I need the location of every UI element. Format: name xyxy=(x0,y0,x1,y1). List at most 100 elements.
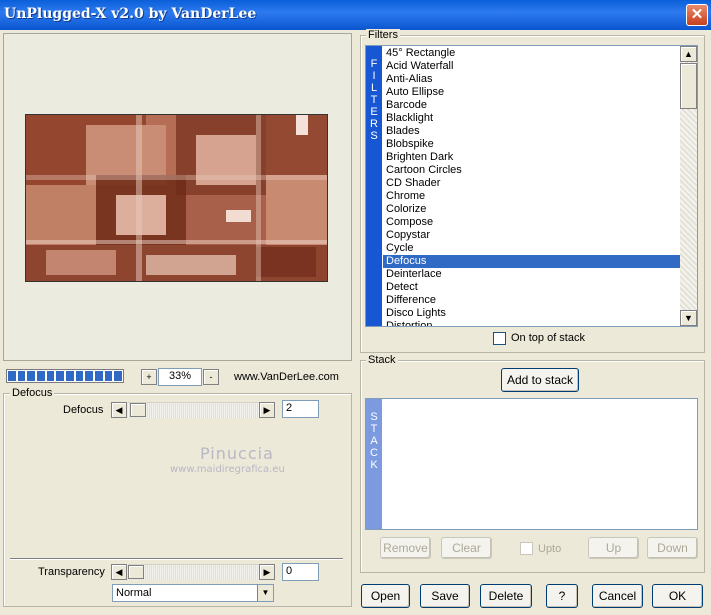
progress-segment xyxy=(66,371,74,381)
cancel-button[interactable]: Cancel xyxy=(592,584,643,608)
save-button[interactable]: Save xyxy=(420,584,470,608)
progress-segment xyxy=(85,371,94,381)
stack-band: STACK xyxy=(366,399,382,529)
watermark-name: Pinuccia xyxy=(200,444,274,463)
filter-list-item[interactable]: Colorize xyxy=(383,203,680,216)
filter-list-item[interactable]: Barcode xyxy=(383,99,680,112)
transparency-label: Transparency xyxy=(38,566,105,578)
down-button[interactable]: Down xyxy=(647,537,698,559)
blend-mode-select[interactable]: Normal ▼ xyxy=(112,584,274,602)
filters-items: 45° Rectangle Acid Waterfall Anti-Alias Aut… xyxy=(383,47,680,326)
transparency-slider-thumb[interactable] xyxy=(128,565,144,579)
window-title: UnPlugged-X v2.0 by VanDerLee xyxy=(4,6,257,22)
arrow-left-icon: ◀ xyxy=(115,405,123,415)
param-slider-thumb[interactable] xyxy=(130,403,146,417)
filter-list-item[interactable]: Chrome xyxy=(383,190,680,203)
vertical-letter: I xyxy=(372,70,376,82)
progress-segment xyxy=(75,371,84,381)
filter-params-group-label: Defocus xyxy=(10,387,55,399)
upto-label: Upto xyxy=(538,543,562,555)
up-button[interactable]: Up xyxy=(588,537,639,559)
progress-segment xyxy=(17,371,26,381)
chevron-down-icon: ▼ xyxy=(261,588,270,597)
transparency-value-field[interactable]: 0 xyxy=(282,563,319,581)
upto-checkbox[interactable] xyxy=(520,542,533,555)
filter-list-item[interactable]: Detect xyxy=(383,281,680,294)
delete-button[interactable]: Delete xyxy=(480,584,532,608)
scroll-up-button[interactable]: ▲ xyxy=(680,46,697,62)
open-button[interactable]: Open xyxy=(361,584,410,608)
progress-segment xyxy=(46,371,55,381)
divider xyxy=(10,558,343,560)
param-slider[interactable] xyxy=(128,402,259,418)
dropdown-button[interactable]: ▼ xyxy=(257,585,273,601)
param-value-field[interactable]: 2 xyxy=(282,400,319,418)
filter-list-item[interactable]: Blades xyxy=(383,125,680,138)
filters-band: FILTERS xyxy=(366,46,382,326)
vertical-letter: R xyxy=(370,118,378,130)
filter-list-item[interactable]: Blacklight xyxy=(383,112,680,125)
transparency-slider[interactable] xyxy=(128,564,259,580)
zoom-increment-button[interactable]: + xyxy=(141,369,157,385)
remove-button[interactable]: Remove xyxy=(380,537,431,559)
zoom-value: 33% xyxy=(158,368,202,386)
vertical-letter: S xyxy=(370,411,378,423)
arrow-left-icon: ◀ xyxy=(115,567,123,577)
progress-segment xyxy=(56,371,65,381)
preview-image xyxy=(25,114,328,282)
scroll-down-button[interactable]: ▼ xyxy=(680,310,697,326)
filter-list-item[interactable]: Difference xyxy=(383,294,680,307)
filter-list-item[interactable]: Disco Lights xyxy=(383,307,680,320)
filter-list-item[interactable]: Deinterlace xyxy=(383,268,680,281)
blend-mode-value: Normal xyxy=(116,587,152,599)
progress-segment xyxy=(8,371,16,381)
filter-list-item[interactable]: Copystar xyxy=(383,229,680,242)
param-decrease-button[interactable]: ◀ xyxy=(111,402,127,418)
stack-list[interactable]: STACK xyxy=(365,398,698,530)
ok-button[interactable]: OK xyxy=(652,584,703,608)
filter-list-item[interactable]: Cycle xyxy=(383,242,680,255)
scroll-thumb[interactable] xyxy=(680,63,697,109)
filters-list[interactable]: FILTERS 45° Rectangle Acid Waterfall Anti-… xyxy=(365,45,698,327)
vertical-letter: E xyxy=(370,106,378,118)
watermark-url: www.maidiregrafica.eu xyxy=(170,464,285,475)
filter-list-item[interactable]: Auto Ellipse xyxy=(383,86,680,99)
vertical-letter: S xyxy=(370,130,378,142)
arrow-right-icon: ▶ xyxy=(263,567,271,577)
vertical-letter: T xyxy=(370,94,378,106)
close-button[interactable]: ✕ xyxy=(686,4,708,26)
clear-button[interactable]: Clear xyxy=(441,537,492,559)
filter-list-item[interactable]: Brighten Dark xyxy=(383,151,680,164)
vertical-letter: F xyxy=(370,58,378,70)
vertical-letter: L xyxy=(370,82,378,94)
filters-scrollbar[interactable]: ▲ ▼ xyxy=(680,46,697,326)
progress-segment xyxy=(114,371,123,381)
progress-segment xyxy=(95,371,103,381)
zoom-decrement-button[interactable]: - xyxy=(203,369,219,385)
param-increase-button[interactable]: ▶ xyxy=(259,402,275,418)
title-bar[interactable]: UnPlugged-X v2.0 by VanDerLee ✕ xyxy=(0,0,711,30)
filter-list-item[interactable]: Blobspike xyxy=(383,138,680,151)
filter-list-item[interactable]: CD Shader xyxy=(383,177,680,190)
help-button[interactable]: ? xyxy=(546,584,578,608)
vertical-letter: K xyxy=(370,459,378,471)
filter-list-item[interactable]: Cartoon Circles xyxy=(383,164,680,177)
website-link[interactable]: www.VanDerLee.com xyxy=(234,371,339,383)
transparency-increase-button[interactable]: ▶ xyxy=(259,564,275,580)
add-to-stack-button[interactable]: Add to stack xyxy=(501,368,579,392)
progress-segment xyxy=(104,371,113,381)
progress-segment xyxy=(37,371,45,381)
vertical-letter: C xyxy=(370,447,378,459)
close-icon: ✕ xyxy=(690,6,704,23)
filter-list-item[interactable]: 45° Rectangle xyxy=(383,47,680,60)
filters-vertical-label: FILTERS xyxy=(370,58,378,142)
filter-list-item[interactable]: Defocus xyxy=(383,255,680,268)
filter-list-item[interactable]: Acid Waterfall xyxy=(383,60,680,73)
progress-segment xyxy=(27,371,36,381)
on-top-checkbox[interactable] xyxy=(493,332,506,345)
filter-list-item[interactable]: Compose xyxy=(383,216,680,229)
stack-group-label: Stack xyxy=(366,354,398,366)
filter-list-item[interactable]: Distortion xyxy=(383,320,680,326)
transparency-decrease-button[interactable]: ◀ xyxy=(111,564,127,580)
filter-list-item[interactable]: Anti-Alias xyxy=(383,73,680,86)
